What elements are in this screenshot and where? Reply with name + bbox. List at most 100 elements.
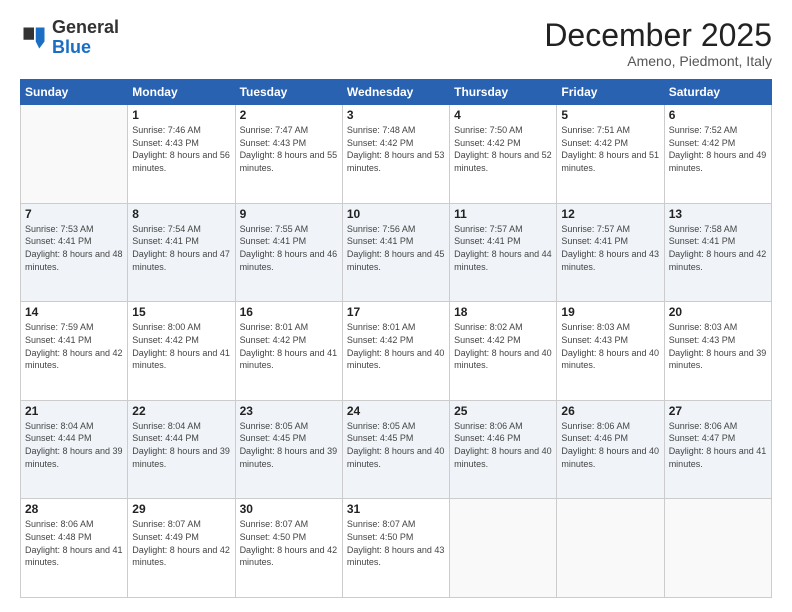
day-number: 23: [240, 404, 338, 418]
month-title: December 2025: [544, 18, 772, 53]
table-row: 19Sunrise: 8:03 AMSunset: 4:43 PMDayligh…: [557, 302, 664, 401]
cell-info: Sunrise: 8:02 AMSunset: 4:42 PMDaylight:…: [454, 321, 552, 371]
table-row: 15Sunrise: 8:00 AMSunset: 4:42 PMDayligh…: [128, 302, 235, 401]
cell-info: Sunrise: 7:54 AMSunset: 4:41 PMDaylight:…: [132, 223, 230, 273]
logo-icon: [20, 24, 48, 52]
table-row: 8 Sunrise: 7:54 AMSunset: 4:41 PMDaylight…: [128, 203, 235, 302]
table-row: [664, 499, 771, 598]
col-wednesday: Wednesday: [342, 80, 449, 105]
table-row: 26 Sunrise: 8:06 AMSunset: 4:46 PMDayligh…: [557, 400, 664, 499]
calendar-week-row: 14 Sunrise: 7:59 AMSunset: 4:41 PMDayligh…: [21, 302, 772, 401]
table-row: 31Sunrise: 8:07 AMSunset: 4:50 PMDayligh…: [342, 499, 449, 598]
day-number: 9: [240, 207, 338, 221]
table-row: 20Sunrise: 8:03 AMSunset: 4:43 PMDayligh…: [664, 302, 771, 401]
day-number: 26: [561, 404, 659, 418]
day-number: 6: [669, 108, 767, 122]
cell-info: Sunrise: 7:59 AMSunset: 4:41 PMDaylight:…: [25, 321, 123, 371]
day-number: 13: [669, 207, 767, 221]
day-number: 4: [454, 108, 552, 122]
table-row: 11 Sunrise: 7:57 AMSunset: 4:41 PMDayligh…: [450, 203, 557, 302]
day-number: 29: [132, 502, 230, 516]
cell-info: Sunrise: 8:06 AMSunset: 4:48 PMDaylight:…: [25, 518, 123, 568]
table-row: 10 Sunrise: 7:56 AMSunset: 4:41 PMDayligh…: [342, 203, 449, 302]
table-row: 12 Sunrise: 7:57 AMSunset: 4:41 PMDayligh…: [557, 203, 664, 302]
day-number: 11: [454, 207, 552, 221]
cell-info: Sunrise: 8:07 AMSunset: 4:50 PMDaylight:…: [347, 518, 445, 568]
col-saturday: Saturday: [664, 80, 771, 105]
table-row: 24 Sunrise: 8:05 AMSunset: 4:45 PMDayligh…: [342, 400, 449, 499]
table-row: 2 Sunrise: 7:47 AMSunset: 4:43 PMDaylight…: [235, 105, 342, 204]
table-row: 4 Sunrise: 7:50 AMSunset: 4:42 PMDaylight…: [450, 105, 557, 204]
table-row: 30Sunrise: 8:07 AMSunset: 4:50 PMDayligh…: [235, 499, 342, 598]
table-row: [21, 105, 128, 204]
table-row: 1 Sunrise: 7:46 AMSunset: 4:43 PMDaylight…: [128, 105, 235, 204]
table-row: 6 Sunrise: 7:52 AMSunset: 4:42 PMDaylight…: [664, 105, 771, 204]
table-row: 17 Sunrise: 8:01 AMSunset: 4:42 PMDayligh…: [342, 302, 449, 401]
calendar-week-row: 21 Sunrise: 8:04 AMSunset: 4:44 PMDayligh…: [21, 400, 772, 499]
day-number: 1: [132, 108, 230, 122]
logo-blue-text: Blue: [52, 37, 91, 57]
table-row: 28Sunrise: 8:06 AMSunset: 4:48 PMDayligh…: [21, 499, 128, 598]
day-number: 10: [347, 207, 445, 221]
day-number: 8: [132, 207, 230, 221]
table-row: 25Sunrise: 8:06 AMSunset: 4:46 PMDayligh…: [450, 400, 557, 499]
table-row: 16 Sunrise: 8:01 AMSunset: 4:42 PMDayligh…: [235, 302, 342, 401]
cell-info: Sunrise: 7:56 AMSunset: 4:41 PMDaylight:…: [347, 223, 445, 273]
day-number: 18: [454, 305, 552, 319]
cell-info: Sunrise: 7:57 AMSunset: 4:41 PMDaylight:…: [561, 223, 659, 273]
table-row: 27Sunrise: 8:06 AMSunset: 4:47 PMDayligh…: [664, 400, 771, 499]
day-number: 16: [240, 305, 338, 319]
cell-info: Sunrise: 8:01 AMSunset: 4:42 PMDaylight:…: [347, 321, 445, 371]
calendar-table: Sunday Monday Tuesday Wednesday Thursday…: [20, 79, 772, 598]
col-monday: Monday: [128, 80, 235, 105]
cell-info: Sunrise: 8:01 AMSunset: 4:42 PMDaylight:…: [240, 321, 338, 371]
cell-info: Sunrise: 7:58 AMSunset: 4:41 PMDaylight:…: [669, 223, 767, 273]
table-row: 23 Sunrise: 8:05 AMSunset: 4:45 PMDayligh…: [235, 400, 342, 499]
day-number: 21: [25, 404, 123, 418]
location-subtitle: Ameno, Piedmont, Italy: [544, 53, 772, 69]
cell-info: Sunrise: 7:50 AMSunset: 4:42 PMDaylight:…: [454, 124, 552, 174]
page: General Blue December 2025 Ameno, Piedmo…: [0, 0, 792, 612]
calendar-week-row: 1 Sunrise: 7:46 AMSunset: 4:43 PMDaylight…: [21, 105, 772, 204]
table-row: 3 Sunrise: 7:48 AMSunset: 4:42 PMDaylight…: [342, 105, 449, 204]
col-tuesday: Tuesday: [235, 80, 342, 105]
logo: General Blue: [20, 18, 119, 58]
calendar-week-row: 7 Sunrise: 7:53 AMSunset: 4:41 PMDaylight…: [21, 203, 772, 302]
cell-info: Sunrise: 8:05 AMSunset: 4:45 PMDaylight:…: [347, 420, 445, 470]
table-row: 7 Sunrise: 7:53 AMSunset: 4:41 PMDaylight…: [21, 203, 128, 302]
day-number: 2: [240, 108, 338, 122]
day-number: 25: [454, 404, 552, 418]
cell-info: Sunrise: 8:07 AMSunset: 4:50 PMDaylight:…: [240, 518, 338, 568]
cell-info: Sunrise: 8:04 AMSunset: 4:44 PMDaylight:…: [132, 420, 230, 470]
cell-info: Sunrise: 8:05 AMSunset: 4:45 PMDaylight:…: [240, 420, 338, 470]
col-thursday: Thursday: [450, 80, 557, 105]
table-row: [450, 499, 557, 598]
calendar-week-row: 28Sunrise: 8:06 AMSunset: 4:48 PMDayligh…: [21, 499, 772, 598]
day-number: 19: [561, 305, 659, 319]
day-number: 3: [347, 108, 445, 122]
day-number: 20: [669, 305, 767, 319]
day-number: 7: [25, 207, 123, 221]
cell-info: Sunrise: 7:57 AMSunset: 4:41 PMDaylight:…: [454, 223, 552, 273]
table-row: 5Sunrise: 7:51 AMSunset: 4:42 PMDaylight…: [557, 105, 664, 204]
day-number: 12: [561, 207, 659, 221]
table-row: 22Sunrise: 8:04 AMSunset: 4:44 PMDayligh…: [128, 400, 235, 499]
cell-info: Sunrise: 7:46 AMSunset: 4:43 PMDaylight:…: [132, 124, 230, 174]
cell-info: Sunrise: 8:04 AMSunset: 4:44 PMDaylight:…: [25, 420, 123, 470]
cell-info: Sunrise: 7:47 AMSunset: 4:43 PMDaylight:…: [240, 124, 338, 174]
day-number: 24: [347, 404, 445, 418]
cell-info: Sunrise: 7:51 AMSunset: 4:42 PMDaylight:…: [561, 124, 659, 174]
cell-info: Sunrise: 7:48 AMSunset: 4:42 PMDaylight:…: [347, 124, 445, 174]
day-number: 14: [25, 305, 123, 319]
title-block: December 2025 Ameno, Piedmont, Italy: [544, 18, 772, 69]
header: General Blue December 2025 Ameno, Piedmo…: [20, 18, 772, 69]
table-row: 13 Sunrise: 7:58 AMSunset: 4:41 PMDayligh…: [664, 203, 771, 302]
cell-info: Sunrise: 7:52 AMSunset: 4:42 PMDaylight:…: [669, 124, 767, 174]
day-number: 15: [132, 305, 230, 319]
day-number: 17: [347, 305, 445, 319]
table-row: 14 Sunrise: 7:59 AMSunset: 4:41 PMDayligh…: [21, 302, 128, 401]
col-friday: Friday: [557, 80, 664, 105]
calendar-header-row: Sunday Monday Tuesday Wednesday Thursday…: [21, 80, 772, 105]
cell-info: Sunrise: 7:53 AMSunset: 4:41 PMDaylight:…: [25, 223, 123, 273]
cell-info: Sunrise: 8:06 AMSunset: 4:46 PMDaylight:…: [561, 420, 659, 470]
